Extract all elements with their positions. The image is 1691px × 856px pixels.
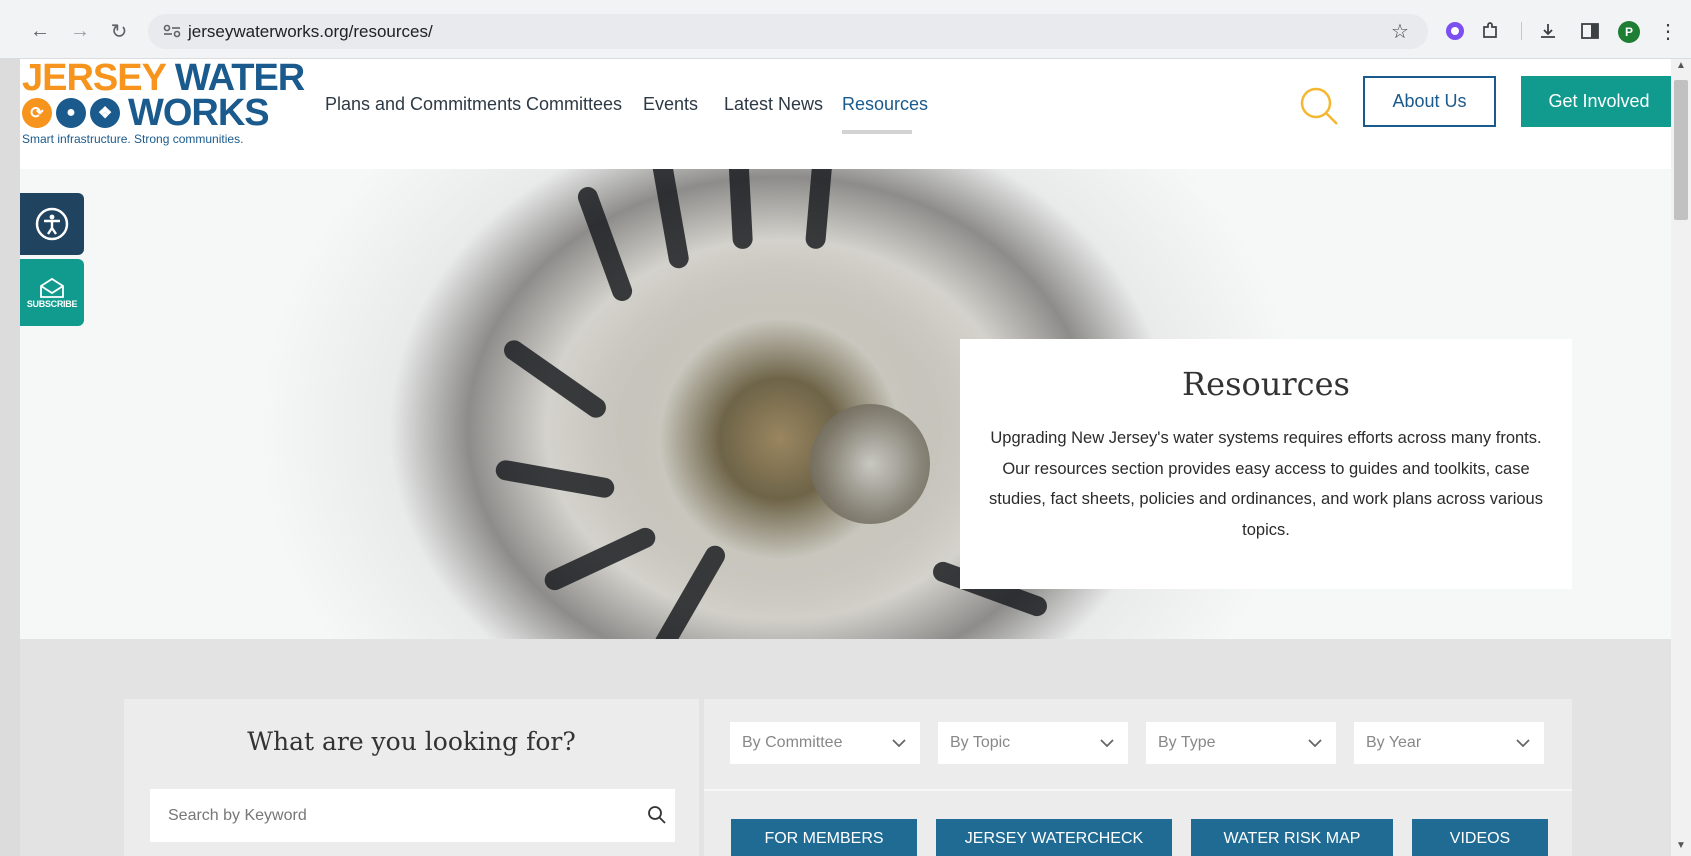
nav-committees[interactable]: Committees [526, 94, 622, 115]
forward-icon[interactable]: → [66, 17, 94, 45]
videos-button[interactable]: VIDEOS [1412, 819, 1548, 856]
filter-divider [704, 789, 1572, 791]
get-involved-button[interactable]: Get Involved [1521, 76, 1671, 127]
subscribe-widget[interactable]: SUBSCRIBE [20, 259, 84, 326]
committee-filter-label: By Committee [742, 734, 843, 751]
filter-panel: By Committee By Topic By Type By Year FO… [704, 699, 1572, 856]
scroll-up-arrow-icon[interactable]: ▲ [1675, 60, 1687, 74]
resources-info-box: Resources Upgrading New Jersey's water s… [960, 339, 1572, 589]
page-description: Upgrading New Jersey's water systems req… [989, 429, 1543, 539]
topic-filter-label: By Topic [950, 734, 1011, 751]
accessibility-icon [35, 207, 69, 241]
extensions-puzzle-icon[interactable] [1476, 17, 1504, 45]
year-filter-label: By Year [1366, 734, 1422, 751]
accessibility-widget[interactable] [20, 193, 84, 255]
reload-icon[interactable]: ↻ [105, 17, 133, 45]
for-members-button[interactable]: FOR MEMBERS [731, 819, 917, 856]
logo-faucet-icon: ❖ [90, 98, 120, 128]
about-us-button[interactable]: About Us [1363, 76, 1496, 127]
download-icon[interactable] [1534, 17, 1562, 45]
search-heading: What are you looking for? [247, 727, 576, 756]
logo-drop-icon: ● [56, 98, 86, 128]
chevron-down-icon [892, 738, 906, 747]
active-nav-indicator [842, 130, 912, 134]
url-text: jerseywaterworks.org/resources/ [188, 22, 433, 41]
page-title: Resources [1182, 365, 1350, 403]
drain-center [810, 404, 930, 524]
back-icon[interactable]: ← [26, 17, 54, 45]
search-icon[interactable] [1299, 86, 1341, 133]
jersey-watercheck-button[interactable]: JERSEY WATERCHECK [936, 819, 1172, 856]
site-header: JERSEY WATER ⟳ ● ❖ WORKS Smart infrastru… [20, 59, 1671, 169]
scroll-down-arrow-icon[interactable]: ▼ [1675, 840, 1687, 854]
chevron-down-icon [1516, 738, 1530, 747]
side-panel-icon[interactable] [1576, 17, 1604, 45]
subscribe-label: SUBSCRIBE [26, 298, 78, 309]
committee-filter-select[interactable]: By Committee [730, 722, 920, 764]
type-filter-label: By Type [1158, 734, 1216, 751]
chevron-down-icon [1100, 738, 1114, 747]
hero-banner-image: Resources Upgrading New Jersey's water s… [20, 169, 1671, 639]
keyword-search-icon[interactable] [647, 805, 667, 830]
keyword-search-input[interactable] [150, 789, 675, 842]
web-page: JERSEY WATER ⟳ ● ❖ WORKS Smart infrastru… [20, 59, 1671, 856]
logo-icons-row: ⟳ ● ❖ WORKS [22, 92, 270, 134]
topic-filter-select[interactable]: By Topic [938, 722, 1128, 764]
nav-plans-and-commitments[interactable]: Plans and Commitments [325, 94, 521, 115]
extension-circle-icon[interactable] [1441, 17, 1469, 45]
bookmark-star-icon[interactable]: ☆ [1386, 17, 1414, 45]
nav-latest-news[interactable]: Latest News [724, 94, 823, 115]
profile-avatar[interactable]: P [1618, 21, 1640, 43]
nav-events[interactable]: Events [643, 94, 698, 115]
logo-word-works: WORKS [128, 92, 270, 134]
toolbar-divider [1521, 22, 1522, 40]
chevron-down-icon [1308, 738, 1322, 747]
type-filter-select[interactable]: By Type [1146, 722, 1336, 764]
logo-spiral-icon: ⟳ [22, 98, 52, 128]
nav-resources[interactable]: Resources [842, 94, 928, 115]
menu-kebab-icon[interactable]: ⋮ [1654, 17, 1682, 45]
site-settings-icon[interactable] [160, 19, 184, 43]
envelope-icon [40, 277, 64, 298]
keyword-search-panel: What are you looking for? [124, 699, 699, 856]
scrollbar-thumb[interactable] [1674, 80, 1688, 220]
logo-tagline: Smart infrastructure. Strong communities… [22, 132, 244, 146]
year-filter-select[interactable]: By Year [1354, 722, 1544, 764]
water-risk-map-button[interactable]: WATER RISK MAP [1191, 819, 1393, 856]
